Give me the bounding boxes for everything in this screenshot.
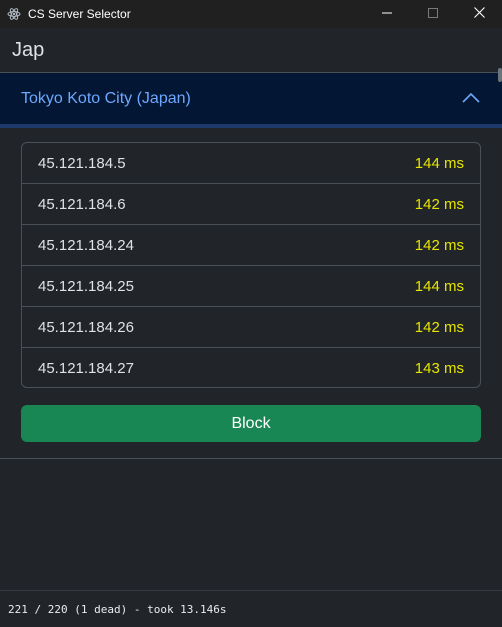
server-ip: 45.121.184.27	[38, 360, 134, 377]
maximize-icon	[428, 5, 438, 23]
close-button[interactable]	[456, 0, 502, 28]
server-ping: 144 ms	[414, 154, 464, 172]
server-ip: 45.121.184.25	[38, 277, 134, 295]
minimize-icon	[382, 5, 392, 23]
server-ip: 45.121.184.24	[38, 236, 134, 254]
server-ping: 142 ms	[414, 195, 464, 213]
server-ip: 45.121.184.5	[38, 154, 126, 172]
accordion-header[interactable]: Tokyo Koto City (Japan)	[0, 73, 502, 128]
main-content: Jap Tokyo Koto City (Japan) 45.121.184.5…	[0, 28, 502, 590]
close-icon	[473, 5, 485, 23]
server-ip: 45.121.184.26	[38, 318, 134, 336]
chevron-up-icon	[462, 91, 480, 105]
server-ip-list: 45.121.184.5 144 ms 45.121.184.6 142 ms …	[21, 142, 481, 388]
group-title: Jap	[12, 38, 45, 61]
list-item[interactable]: 45.121.184.6 142 ms	[22, 184, 480, 225]
server-accordion: Tokyo Koto City (Japan) 45.121.184.5 144…	[0, 72, 502, 459]
list-item[interactable]: 45.121.184.27 143 ms	[22, 348, 480, 387]
list-item[interactable]: 45.121.184.5 144 ms	[22, 143, 480, 184]
server-ping: 142 ms	[414, 318, 464, 336]
accordion-title: Tokyo Koto City (Japan)	[21, 89, 191, 107]
server-ping: 144 ms	[414, 277, 464, 295]
server-ping: 143 ms	[414, 360, 464, 377]
maximize-button[interactable]	[410, 0, 456, 28]
server-ip: 45.121.184.6	[38, 195, 126, 213]
status-bar: 221 / 220 (1 dead) - took 13.146s	[0, 590, 502, 627]
server-ping: 142 ms	[414, 236, 464, 254]
electron-atom-icon	[7, 7, 21, 21]
block-button[interactable]: Block	[21, 405, 481, 442]
list-item[interactable]: 45.121.184.25 144 ms	[22, 266, 480, 307]
title-bar[interactable]: CS Server Selector	[0, 0, 502, 28]
list-item[interactable]: 45.121.184.24 142 ms	[22, 225, 480, 266]
window-title: CS Server Selector	[28, 7, 131, 21]
minimize-button[interactable]	[364, 0, 410, 28]
list-item[interactable]: 45.121.184.26 142 ms	[22, 307, 480, 348]
status-text: 221 / 220 (1 dead) - took 13.146s	[8, 602, 227, 616]
scrollbar-thumb[interactable]	[498, 68, 502, 82]
